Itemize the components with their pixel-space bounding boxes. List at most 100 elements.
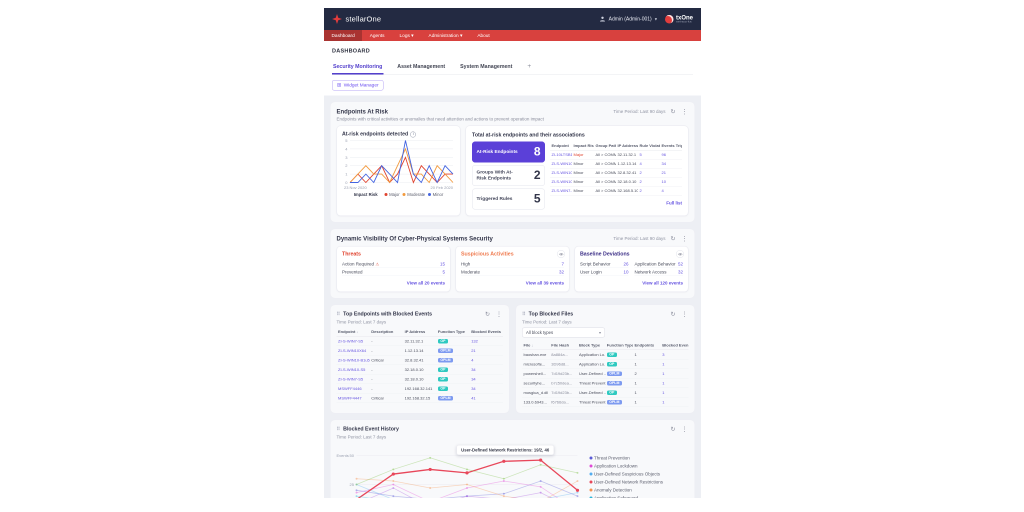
tab-asset-management[interactable]: Asset Management bbox=[396, 61, 446, 75]
column-header-impact-risk[interactable]: Impact Risk↓ bbox=[572, 142, 594, 151]
full-list-link[interactable]: Full list bbox=[666, 201, 682, 206]
nav-item-about[interactable]: About bbox=[470, 30, 497, 41]
cell-link[interactable]: MSWFF4447 bbox=[338, 396, 362, 401]
cell-link[interactable]: ZI-S-WIN7-S5 bbox=[338, 339, 363, 344]
cell-num[interactable]: 21 bbox=[471, 348, 475, 353]
legend-item-application-lockdown[interactable]: Application Lockdown bbox=[590, 464, 664, 469]
stat-at-risk-endpoints[interactable]: At-Risk Endpoints8 bbox=[472, 142, 545, 163]
cell-num[interactable]: 34 bbox=[662, 162, 666, 167]
kv-value[interactable]: 15 bbox=[440, 261, 445, 266]
user-menu[interactable]: Admin (Admin-001) ▾ bbox=[600, 16, 657, 22]
refresh-icon[interactable]: ↻ bbox=[669, 236, 676, 242]
section-dynamic-visibility: Dynamic Visibility Of Cyber-Physical Sys… bbox=[330, 229, 695, 299]
refresh-icon[interactable]: ↻ bbox=[669, 109, 676, 115]
cell-text: 7d19d23b... bbox=[551, 371, 572, 376]
cell-num[interactable]: 132 bbox=[471, 339, 478, 344]
cell-num[interactable]: 34 bbox=[471, 377, 475, 382]
kv-value[interactable]: 52 bbox=[678, 261, 683, 266]
column-header-events-triggered[interactable]: Events Triggered↓ bbox=[660, 142, 682, 151]
legend-item-moderate[interactable]: Moderate bbox=[403, 192, 425, 197]
stat-triggered-rules[interactable]: Triggered Rules5 bbox=[472, 189, 545, 210]
drag-handle-icon[interactable]: ⠿ bbox=[522, 311, 526, 317]
cell-num[interactable]: 2 bbox=[640, 171, 642, 176]
kv-value[interactable]: 32 bbox=[678, 269, 683, 274]
cell-num[interactable]: 34 bbox=[471, 386, 475, 391]
legend-item-anomaly-detection[interactable]: Anomaly Detection bbox=[590, 488, 664, 493]
cell-num[interactable]: 34 bbox=[471, 367, 475, 372]
cell-num[interactable]: 2 bbox=[640, 180, 642, 185]
function-type-badge: OP bbox=[607, 353, 617, 358]
cell-num[interactable]: 96 bbox=[662, 153, 666, 158]
eye-icon[interactable] bbox=[676, 250, 684, 258]
legend-item-user-defined-suspicious-objects[interactable]: User-Defined Suspicious Objects bbox=[590, 472, 664, 477]
cell-num[interactable]: 1 bbox=[662, 381, 664, 386]
cell-num[interactable]: 10 bbox=[662, 180, 666, 185]
tab-add-button[interactable]: + bbox=[526, 59, 532, 75]
refresh-icon[interactable]: ↻ bbox=[484, 311, 491, 317]
kebab-menu-icon[interactable]: ⋮ bbox=[495, 311, 503, 317]
nav-item-dashboard[interactable]: Dashboard bbox=[324, 30, 362, 41]
legend-item-application-safeguard[interactable]: Application Safeguard bbox=[590, 496, 664, 499]
kv-value[interactable]: 7 bbox=[561, 261, 564, 266]
cell-num[interactable]: 21 bbox=[662, 171, 666, 176]
cell-num[interactable]: 5 bbox=[640, 153, 642, 158]
tab-system-management[interactable]: System Management bbox=[459, 61, 513, 75]
legend-item-major[interactable]: Major bbox=[385, 192, 400, 197]
cell-num[interactable]: 1 bbox=[662, 400, 664, 405]
kv-value[interactable]: 32 bbox=[559, 269, 564, 274]
kv-value[interactable]: 5 bbox=[442, 269, 445, 274]
column-header-rule-violations[interactable]: Rule Violations↓ bbox=[638, 142, 660, 151]
legend-item-threat-prevention[interactable]: Threat Prevention bbox=[590, 456, 664, 461]
cell-num[interactable]: 1 bbox=[662, 362, 664, 367]
cell-num[interactable]: 4 bbox=[471, 358, 473, 363]
kv-value[interactable]: 10 bbox=[623, 269, 628, 274]
column-header-file[interactable]: File↓ bbox=[522, 341, 550, 350]
cell-num[interactable]: 41 bbox=[471, 396, 475, 401]
cell-num[interactable]: 4 bbox=[662, 189, 664, 194]
view-all-threats-link[interactable]: View all 20 events bbox=[407, 281, 445, 286]
kebab-menu-icon[interactable]: ⋮ bbox=[681, 426, 689, 432]
top-blocked-files-table: File↓File HashBlock TypeFunction TypeEnd… bbox=[522, 341, 689, 407]
cell-link[interactable]: ZI-S-WIN7-S5 bbox=[338, 377, 363, 382]
eye-icon[interactable] bbox=[557, 250, 565, 258]
info-icon[interactable]: i bbox=[410, 132, 416, 138]
nav-item-agents[interactable]: Agents bbox=[362, 30, 392, 41]
cell-num[interactable]: 1 bbox=[662, 390, 664, 395]
drag-handle-icon[interactable]: ⠿ bbox=[337, 426, 341, 432]
refresh-icon[interactable]: ↻ bbox=[669, 311, 676, 317]
legend-item-user-defined-network-restrictions[interactable]: User-Defined Network Restrictions bbox=[590, 480, 664, 485]
refresh-icon[interactable]: ↻ bbox=[669, 426, 676, 432]
legend-dot bbox=[590, 473, 593, 476]
cell-link[interactable]: ZI-S-WIN10-S5 bbox=[338, 367, 365, 372]
cell-link[interactable]: ZI-S-WIN10-B1u5 bbox=[338, 358, 370, 363]
cell-link[interactable]: ZI-S-WIN10X64 bbox=[338, 348, 366, 353]
kebab-menu-icon[interactable]: ⋮ bbox=[681, 311, 689, 317]
cell-num[interactable]: 1 bbox=[662, 371, 664, 376]
view-all-suspicious-link[interactable]: View all 39 events bbox=[526, 281, 564, 286]
cell-num[interactable]: 2 bbox=[640, 189, 642, 194]
nav-item-administration[interactable]: Administration ▾ bbox=[421, 30, 470, 41]
cell-link[interactable]: ZI-S-WIN10-S5 bbox=[552, 180, 573, 185]
brand[interactable]: stellarOne bbox=[332, 14, 381, 24]
cell-num[interactable]: 3 bbox=[662, 352, 664, 357]
cell-link[interactable]: ZI-S-WIN10X64 bbox=[552, 162, 573, 167]
cell-num[interactable]: 4 bbox=[640, 162, 642, 167]
view-all-baseline-link[interactable]: View all 120 events bbox=[642, 281, 683, 286]
tab-security-monitoring[interactable]: Security Monitoring bbox=[332, 61, 383, 75]
kv-value[interactable]: 26 bbox=[623, 261, 628, 266]
cell-link[interactable]: ZI-S-WIN10-B1u5 bbox=[552, 171, 573, 176]
table-row: MSWFF4446-192.168.32.141OP34 bbox=[337, 384, 504, 394]
cell-link[interactable]: MSWFF4446 bbox=[338, 386, 362, 391]
cell-link[interactable]: ZI-10LTSB15X86 bbox=[552, 153, 573, 158]
kv-row: Action Required⚠15 bbox=[342, 260, 445, 268]
nav-item-logs[interactable]: Logs ▾ bbox=[392, 30, 421, 41]
kebab-menu-icon[interactable]: ⋮ bbox=[681, 109, 689, 115]
cell-link[interactable]: ZI-S-WIN7-S5 bbox=[552, 189, 573, 194]
legend-item-minor[interactable]: Minor bbox=[428, 192, 443, 197]
widget-manager-button[interactable]: ⊞ Widget Manager bbox=[332, 80, 384, 91]
block-type-select[interactable]: All block types ▾ bbox=[522, 328, 605, 338]
drag-handle-icon[interactable]: ⠿ bbox=[337, 311, 341, 317]
stat-groups-with-at-risk-endpoints[interactable]: Groups With At-Risk Endpoints2 bbox=[472, 165, 545, 186]
kebab-menu-icon[interactable]: ⋮ bbox=[681, 236, 689, 242]
column-header-endpoint[interactable]: Endpoint↓ bbox=[337, 328, 370, 337]
